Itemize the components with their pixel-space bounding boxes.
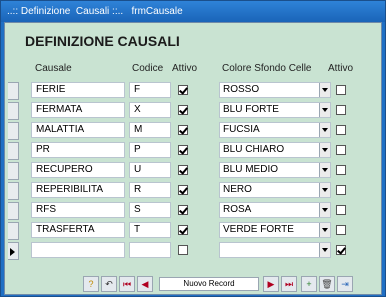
attivo-checkbox[interactable] [178,165,188,175]
colore-combo[interactable]: NERO [219,182,331,198]
dropdown-arrow-icon[interactable] [319,123,330,137]
dropdown-arrow-icon[interactable] [319,223,330,237]
causale-field[interactable] [31,242,125,258]
colore-combo[interactable] [219,242,331,258]
header-colore: Colore Sfondo Celle [222,63,312,74]
colore-combo[interactable]: ROSSO [219,82,331,98]
attivo-colore-checkbox[interactable] [336,245,346,255]
codice-field[interactable]: P [129,142,171,158]
dropdown-arrow-icon[interactable] [319,103,330,117]
codice-field[interactable]: U [129,162,171,178]
codice-field[interactable]: S [129,202,171,218]
codice-field[interactable]: T [129,222,171,238]
attivo-colore-checkbox[interactable] [336,125,346,135]
causale-field[interactable]: FERMATA [31,102,125,118]
dropdown-arrow-icon[interactable] [319,183,330,197]
causale-field[interactable]: REPERIBILITA [31,182,125,198]
header-attivo: Attivo [172,63,198,74]
help-icon[interactable]: ? [83,276,99,292]
attivo-checkbox[interactable] [178,225,188,235]
window-title: ..:: Definizione Causali ::.. frmCausale [1,1,385,22]
attivo-checkbox[interactable] [178,125,188,135]
previous-record-icon[interactable]: ◀ [137,276,153,292]
attivo-colore-checkbox[interactable] [336,145,346,155]
causale-field[interactable]: FERIE [31,82,125,98]
codice-field[interactable]: R [129,182,171,198]
colore-value: ROSA [223,204,252,215]
codice-field[interactable]: M [129,122,171,138]
navigation-bar: ? ↶ ⏮ ◀ Nuovo Record ▶ ⏭ + 🗑 ⇥ [83,276,363,294]
causale-field[interactable]: PR [31,142,125,158]
header-codice: Codice [132,63,164,74]
dropdown-arrow-icon[interactable] [319,83,330,97]
new-record-icon[interactable]: + [301,276,317,292]
attivo-checkbox[interactable] [178,105,188,115]
record-selector[interactable] [8,242,19,260]
attivo-checkbox[interactable] [178,145,188,155]
codice-field[interactable] [129,242,171,258]
colore-combo[interactable]: BLU MEDIO [219,162,331,178]
colore-combo[interactable]: VERDE FORTE [219,222,331,238]
record-selector[interactable] [8,222,19,240]
attivo-checkbox[interactable] [178,245,188,255]
record-selector[interactable] [8,102,19,120]
app-window: ..:: Definizione Causali ::.. frmCausale… [0,0,386,297]
codice-field[interactable]: F [129,82,171,98]
record-selector[interactable] [8,202,19,220]
attivo-checkbox[interactable] [178,185,188,195]
next-record-icon[interactable]: ▶ [263,276,279,292]
form-body: DEFINIZIONE CAUSALI Causale Codice Attiv… [4,22,382,295]
colore-value: FUCSIA [223,124,260,135]
header-causale: Causale [35,63,72,74]
colore-value: BLU MEDIO [223,164,279,175]
record-selector[interactable] [8,182,19,200]
causale-field[interactable]: TRASFERTA [31,222,125,238]
record-label: Nuovo Record [159,277,259,291]
dropdown-arrow-icon[interactable] [319,143,330,157]
form-title: DEFINIZIONE CAUSALI [25,33,180,49]
colore-value: NERO [223,184,252,195]
attivo-colore-checkbox[interactable] [336,225,346,235]
causale-field[interactable]: MALATTIA [31,122,125,138]
current-record-arrow-icon [10,248,15,256]
last-record-icon[interactable]: ⏭ [281,276,297,292]
attivo-colore-checkbox[interactable] [336,205,346,215]
attivo-checkbox[interactable] [178,205,188,215]
colore-combo[interactable]: BLU CHIARO [219,142,331,158]
delete-icon[interactable]: 🗑 [319,276,335,292]
record-selector[interactable] [8,142,19,160]
causale-field[interactable]: RECUPERO [31,162,125,178]
colore-combo[interactable]: FUCSIA [219,122,331,138]
record-selector[interactable] [8,82,19,100]
attivo-colore-checkbox[interactable] [336,85,346,95]
dropdown-arrow-icon[interactable] [319,203,330,217]
header-attivo-colore: Attivo [328,63,354,74]
attivo-colore-checkbox[interactable] [336,165,346,175]
dropdown-arrow-icon[interactable] [319,243,330,257]
colore-value: BLU FORTE [223,104,279,115]
attivo-checkbox[interactable] [178,85,188,95]
undo-icon[interactable]: ↶ [101,276,117,292]
record-selector[interactable] [8,122,19,140]
colore-combo[interactable]: BLU FORTE [219,102,331,118]
attivo-colore-checkbox[interactable] [336,185,346,195]
colore-value: VERDE FORTE [223,224,294,235]
record-selector[interactable] [8,162,19,180]
first-record-icon[interactable]: ⏮ [119,276,135,292]
colore-combo[interactable]: ROSA [219,202,331,218]
codice-field[interactable]: X [129,102,171,118]
causale-field[interactable]: RFS [31,202,125,218]
exit-icon[interactable]: ⇥ [337,276,353,292]
attivo-colore-checkbox[interactable] [336,105,346,115]
colore-value: ROSSO [223,84,260,95]
colore-value: BLU CHIARO [223,144,285,155]
dropdown-arrow-icon[interactable] [319,163,330,177]
